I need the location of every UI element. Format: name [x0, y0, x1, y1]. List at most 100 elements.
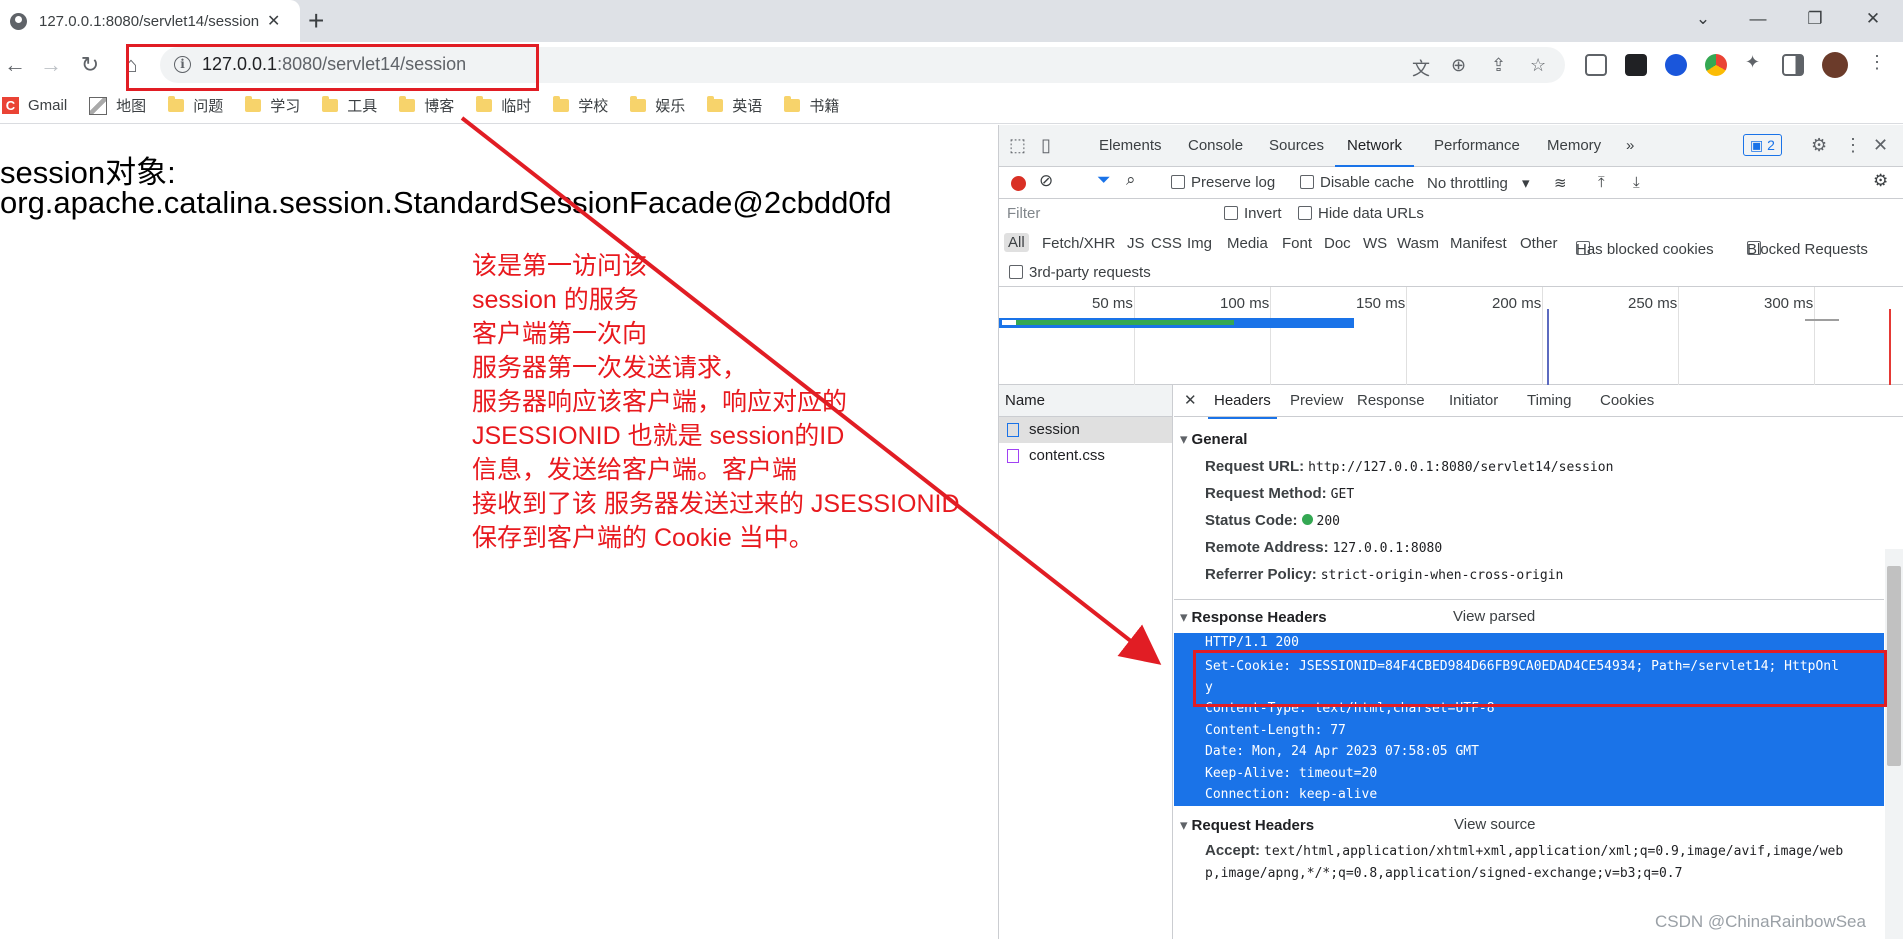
- zoom-icon[interactable]: ⊕: [1451, 55, 1466, 76]
- network-settings-icon[interactable]: ⚙: [1873, 171, 1888, 191]
- filter-input[interactable]: Filter: [1001, 201, 1201, 227]
- third-party-checkbox[interactable]: 3rd-party requests: [1009, 264, 1151, 281]
- chrome-extension-icon[interactable]: [1705, 54, 1727, 76]
- bookmark-gmail[interactable]: C Gmail: [2, 97, 67, 114]
- filter-row: Filter Invert Hide data URLs: [999, 199, 1903, 229]
- tab-network[interactable]: Network: [1335, 125, 1415, 167]
- type-css[interactable]: CSS: [1151, 235, 1182, 252]
- network-overview-timeline[interactable]: 50 ms 100 ms 150 ms 200 ms 250 ms 300 ms: [999, 287, 1903, 385]
- maximize-button[interactable]: ❐: [1792, 0, 1838, 38]
- close-devtools-icon[interactable]: ✕: [1873, 135, 1888, 156]
- bookmark-folder[interactable]: 博客: [399, 95, 454, 116]
- inspect-element-icon[interactable]: ⬚: [1009, 135, 1026, 156]
- bookmarks-bar: C Gmail 地图 问题 学习 工具 博客 临时 学校 娱乐 英语 书籍: [0, 88, 1903, 124]
- bookmark-folder[interactable]: 英语: [707, 95, 762, 116]
- network-conditions-icon[interactable]: ≋: [1554, 174, 1567, 192]
- tab-elements[interactable]: Elements: [1099, 125, 1162, 167]
- new-tab-button[interactable]: +: [308, 6, 324, 36]
- throttling-select[interactable]: No throttling ▾: [1427, 174, 1530, 192]
- type-doc[interactable]: Doc: [1324, 235, 1351, 252]
- issues-badge[interactable]: ▣ 2: [1743, 134, 1782, 156]
- tab-close-icon[interactable]: ✕: [267, 11, 280, 31]
- preserve-log-checkbox[interactable]: Preserve log: [1171, 174, 1275, 191]
- bookmark-folder[interactable]: 学习: [245, 95, 300, 116]
- request-name: session: [1029, 421, 1080, 438]
- filter-funnel-icon[interactable]: ⏷: [1097, 170, 1111, 190]
- disable-cache-checkbox[interactable]: Disable cache: [1300, 174, 1414, 191]
- close-window-button[interactable]: ✕: [1850, 0, 1896, 38]
- back-icon[interactable]: ←: [0, 50, 30, 80]
- type-font[interactable]: Font: [1282, 235, 1312, 252]
- puzzle-extensions-icon[interactable]: ✦: [1745, 52, 1760, 73]
- tab-initiator[interactable]: Initiator: [1449, 385, 1498, 417]
- tab-cookies[interactable]: Cookies: [1600, 385, 1654, 417]
- header-row: Request Method: GET: [1205, 485, 1354, 502]
- bookmark-folder[interactable]: 学校: [553, 95, 608, 116]
- bookmark-folder[interactable]: 书籍: [784, 95, 839, 116]
- forward-icon[interactable]: →: [36, 50, 66, 80]
- folder-icon: [784, 96, 801, 112]
- type-fetch-xhr[interactable]: Fetch/XHR: [1042, 235, 1115, 252]
- tab-sources[interactable]: Sources: [1269, 125, 1324, 167]
- annotation-line: 信息，发送给客户端。客户端: [472, 456, 798, 484]
- menu-kebab-icon[interactable]: ⋮: [1868, 52, 1886, 73]
- translate-icon[interactable]: 文: [1412, 55, 1430, 81]
- tab-performance[interactable]: Performance: [1434, 125, 1520, 167]
- type-manifest[interactable]: Manifest: [1450, 235, 1507, 252]
- folder-icon: [322, 96, 339, 112]
- view-parsed-link[interactable]: View parsed: [1453, 608, 1535, 625]
- bookmark-folder[interactable]: 问题: [168, 95, 223, 116]
- scrollbar-thumb[interactable]: [1887, 566, 1901, 766]
- search-icon[interactable]: ⌕: [1126, 170, 1136, 190]
- import-har-icon[interactable]: ⤒: [1598, 174, 1605, 191]
- reload-icon[interactable]: ↻: [75, 50, 105, 80]
- export-har-icon[interactable]: ⤓: [1633, 174, 1640, 191]
- close-details-icon[interactable]: ✕: [1184, 385, 1197, 417]
- tab-search-icon[interactable]: ⌄: [1680, 0, 1726, 38]
- request-row[interactable]: session: [999, 417, 1172, 443]
- browser-tab[interactable]: 127.0.0.1:8080/servlet14/session ✕: [0, 0, 300, 42]
- bookmark-star-icon[interactable]: ☆: [1530, 55, 1546, 76]
- type-img[interactable]: Img: [1187, 235, 1212, 252]
- bookmark-map[interactable]: 地图: [89, 95, 146, 116]
- minimize-button[interactable]: —: [1735, 0, 1781, 38]
- tab-console[interactable]: Console: [1188, 125, 1243, 167]
- request-headers-toggle[interactable]: Request Headers: [1180, 816, 1315, 834]
- timeline-gridline: [1270, 287, 1271, 385]
- bookmark-folder[interactable]: 工具: [322, 95, 377, 116]
- tab-response[interactable]: Response: [1357, 385, 1425, 417]
- bookmark-folder[interactable]: 娱乐: [630, 95, 685, 116]
- type-all[interactable]: All: [1004, 233, 1029, 252]
- raw-header-line: Connection: keep-alive: [1205, 787, 1378, 802]
- settings-gear-icon[interactable]: ⚙: [1811, 135, 1827, 156]
- tab-memory[interactable]: Memory: [1547, 125, 1601, 167]
- share-icon[interactable]: ⇪: [1491, 55, 1506, 76]
- type-ws[interactable]: WS: [1363, 235, 1387, 252]
- tab-preview[interactable]: Preview: [1290, 385, 1343, 417]
- type-media[interactable]: Media: [1227, 235, 1268, 252]
- more-tabs-icon[interactable]: »: [1626, 125, 1634, 167]
- view-source-link[interactable]: View source: [1454, 816, 1535, 833]
- general-section-toggle[interactable]: General: [1180, 430, 1248, 448]
- side-panel-icon[interactable]: [1782, 54, 1804, 76]
- extension-blue-icon[interactable]: [1665, 54, 1687, 76]
- tab-timing[interactable]: Timing: [1527, 385, 1571, 417]
- bookmark-folder[interactable]: 临时: [476, 95, 531, 116]
- type-wasm[interactable]: Wasm: [1397, 235, 1439, 252]
- type-js[interactable]: JS: [1127, 235, 1145, 252]
- name-column-header[interactable]: Name: [999, 385, 1172, 417]
- dropdown-arrow-icon: ▾: [1522, 175, 1530, 192]
- type-other[interactable]: Other: [1520, 235, 1558, 252]
- hide-data-urls-checkbox[interactable]: Hide data URLs: [1298, 205, 1424, 222]
- request-row[interactable]: content.css: [999, 443, 1172, 469]
- devtools-menu-icon[interactable]: ⋮: [1844, 135, 1862, 156]
- avatar[interactable]: [1822, 52, 1848, 78]
- record-icon[interactable]: [1011, 176, 1026, 191]
- invert-checkbox[interactable]: Invert: [1224, 205, 1282, 222]
- response-headers-toggle[interactable]: Response Headers: [1180, 608, 1327, 626]
- clear-icon[interactable]: ⊘: [1039, 171, 1053, 191]
- tab-groups-icon[interactable]: [1585, 54, 1607, 76]
- device-toolbar-icon[interactable]: ▯: [1041, 135, 1051, 156]
- tab-headers[interactable]: Headers: [1208, 385, 1277, 419]
- extension-dark-icon[interactable]: [1625, 54, 1647, 76]
